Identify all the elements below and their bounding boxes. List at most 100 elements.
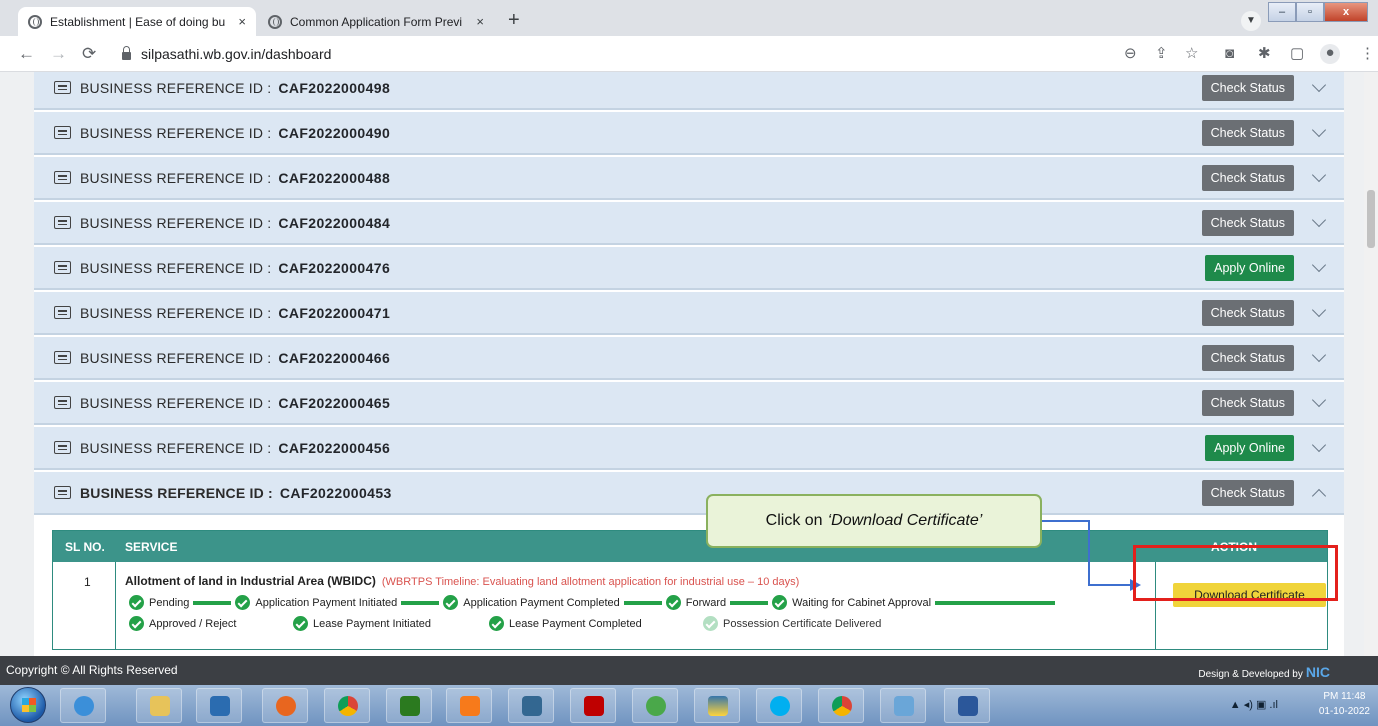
list-document-icon bbox=[54, 306, 71, 319]
status-steps-line-1: Pending Application Payment Initiated Ap… bbox=[129, 595, 1059, 610]
check-status-button[interactable]: Check Status bbox=[1201, 345, 1294, 371]
firefox-icon[interactable] bbox=[262, 688, 308, 723]
new-tab-button[interactable]: + bbox=[508, 9, 520, 31]
check-status-button[interactable]: Check Status bbox=[1201, 165, 1294, 191]
row-label: BUSINESS REFERENCE ID : bbox=[80, 394, 272, 411]
chevron-down-icon[interactable] bbox=[1311, 257, 1327, 273]
forward-arrow-icon[interactable]: → bbox=[50, 44, 67, 64]
chevron-down-icon[interactable] bbox=[1311, 437, 1327, 453]
chevron-up-icon[interactable] bbox=[1311, 488, 1327, 504]
menu-kebab-icon[interactable]: ⋮ bbox=[1360, 45, 1375, 63]
check-status-button[interactable]: Check Status bbox=[1201, 390, 1294, 416]
bookmark-star-icon[interactable]: ☆ bbox=[1185, 45, 1198, 63]
system-tray-icons[interactable]: ▲ ◂) ▣ .ıl bbox=[1230, 698, 1278, 711]
url-field[interactable]: silpasathi.wb.gov.in/dashboard bbox=[108, 40, 1218, 68]
apply-online-button[interactable]: Apply Online bbox=[1205, 255, 1294, 281]
word-icon[interactable] bbox=[944, 688, 990, 723]
business-row[interactable]: BUSINESS REFERENCE ID : CAF2022000488 Ch… bbox=[34, 157, 1344, 200]
list-document-icon bbox=[54, 351, 71, 364]
business-reference-id: CAF2022000484 bbox=[278, 214, 391, 231]
tab-search-chevron-icon[interactable]: ▼ bbox=[1241, 11, 1261, 31]
step-connector bbox=[730, 600, 769, 605]
close-tab-icon[interactable]: × bbox=[476, 14, 484, 29]
close-tab-icon[interactable]: × bbox=[238, 14, 246, 29]
chevron-down-icon[interactable] bbox=[1311, 392, 1327, 408]
dreamweaver-icon[interactable] bbox=[386, 688, 432, 723]
lock-icon bbox=[122, 46, 131, 60]
list-document-icon bbox=[54, 441, 71, 454]
camera-extension-icon[interactable]: ◙ bbox=[1225, 45, 1234, 63]
row-label: BUSINESS REFERENCE ID : bbox=[80, 79, 272, 96]
business-row[interactable]: BUSINESS REFERENCE ID : CAF2022000456 Ap… bbox=[34, 427, 1344, 470]
chrome-icon[interactable] bbox=[324, 688, 370, 723]
check-status-button[interactable]: Check Status bbox=[1201, 300, 1294, 326]
chevron-down-icon[interactable] bbox=[1311, 167, 1327, 183]
chevron-down-icon[interactable] bbox=[1311, 212, 1327, 228]
list-document-icon bbox=[54, 486, 71, 499]
tab-common-application-form[interactable]: Common Application Form Previ × bbox=[258, 7, 494, 36]
chevron-down-icon[interactable] bbox=[1311, 302, 1327, 318]
profile-avatar-icon[interactable]: ● bbox=[1320, 44, 1340, 64]
maximize-button[interactable]: ▫ bbox=[1296, 2, 1324, 22]
business-row[interactable]: BUSINESS REFERENCE ID : CAF2022000484 Ch… bbox=[34, 202, 1344, 245]
business-row-expanded[interactable]: BUSINESS REFERENCE ID : CAF2022000453 Ch… bbox=[34, 472, 1344, 515]
check-status-button[interactable]: Check Status bbox=[1201, 75, 1294, 101]
close-window-button[interactable]: x bbox=[1324, 2, 1368, 22]
business-row[interactable]: BUSINESS REFERENCE ID : CAF2022000471 Ch… bbox=[34, 292, 1344, 335]
reload-icon[interactable]: ⟳ bbox=[82, 44, 96, 64]
page-scrollbar[interactable] bbox=[1364, 72, 1378, 656]
row-label: BUSINESS REFERENCE ID : bbox=[80, 214, 272, 231]
media-player-icon[interactable] bbox=[196, 688, 242, 723]
postgresql-icon[interactable] bbox=[508, 688, 554, 723]
python-icon[interactable] bbox=[694, 688, 740, 723]
chevron-down-icon[interactable] bbox=[1311, 347, 1327, 363]
start-button[interactable] bbox=[10, 687, 46, 723]
list-document-icon bbox=[54, 126, 71, 139]
system-clock[interactable]: PM 11:48 01-10-2022 bbox=[1319, 689, 1370, 719]
header-service: SERVICE bbox=[125, 540, 178, 554]
step-connector bbox=[401, 600, 440, 605]
chevron-down-icon[interactable] bbox=[1311, 122, 1327, 138]
business-row[interactable]: BUSINESS REFERENCE ID : CAF2022000466 Ch… bbox=[34, 337, 1344, 380]
step-approved-reject: Approved / Reject bbox=[129, 616, 293, 631]
scrollbar-thumb[interactable] bbox=[1367, 190, 1375, 248]
site-footer: Copyright © All Rights Reserved Design &… bbox=[0, 656, 1378, 685]
minimize-button[interactable]: – bbox=[1268, 2, 1296, 22]
copyright-text: Copyright © All Rights Reserved bbox=[6, 663, 178, 677]
back-arrow-icon[interactable]: ← bbox=[18, 44, 35, 64]
check-circle-icon bbox=[665, 595, 681, 610]
xampp-icon[interactable] bbox=[446, 688, 492, 723]
apply-online-button[interactable]: Apply Online bbox=[1205, 435, 1294, 461]
chevron-down-icon[interactable] bbox=[1311, 77, 1327, 93]
business-row[interactable]: BUSINESS REFERENCE ID : CAF2022000498 Ch… bbox=[34, 72, 1344, 110]
check-circle-icon bbox=[129, 595, 144, 610]
business-row[interactable]: BUSINESS REFERENCE ID : CAF2022000490 Ch… bbox=[34, 112, 1344, 155]
service-name: Allotment of land in Industrial Area (WB… bbox=[125, 574, 376, 588]
business-row[interactable]: BUSINESS REFERENCE ID : CAF2022000465 Ch… bbox=[34, 382, 1344, 425]
business-reference-id: CAF2022000488 bbox=[278, 169, 391, 186]
utorrent-icon[interactable] bbox=[632, 688, 678, 723]
business-reference-id: CAF2022000490 bbox=[278, 124, 391, 141]
check-status-button[interactable]: Check Status bbox=[1201, 210, 1294, 236]
check-status-button[interactable]: Check Status bbox=[1201, 480, 1294, 506]
extensions-puzzle-icon[interactable]: ✱ bbox=[1258, 45, 1271, 63]
globe-icon bbox=[268, 14, 282, 29]
list-document-icon bbox=[54, 81, 71, 94]
zoom-icon[interactable]: ⊖ bbox=[1124, 45, 1137, 63]
internet-explorer-icon[interactable] bbox=[60, 688, 106, 723]
clock-time: PM 11:48 bbox=[1323, 691, 1366, 702]
business-row[interactable]: BUSINESS REFERENCE ID : CAF2022000476 Ap… bbox=[34, 247, 1344, 290]
step-lease-payment-initiated: Lease Payment Initiated bbox=[293, 616, 489, 631]
tab-establishment[interactable]: Establishment | Ease of doing bu × bbox=[18, 7, 256, 36]
file-explorer-icon[interactable] bbox=[136, 688, 182, 723]
skype-icon[interactable] bbox=[756, 688, 802, 723]
chrome-icon[interactable] bbox=[818, 688, 864, 723]
check-status-button[interactable]: Check Status bbox=[1201, 120, 1294, 146]
notes-app-icon[interactable] bbox=[880, 688, 926, 723]
sl-no-cell: 1 bbox=[84, 575, 91, 589]
filezilla-icon[interactable] bbox=[570, 688, 616, 723]
share-icon[interactable]: ⇪ bbox=[1155, 45, 1168, 63]
side-panel-icon[interactable]: ▢ bbox=[1290, 45, 1304, 63]
service-cell: Allotment of land in Industrial Area (WB… bbox=[125, 574, 799, 588]
step-application-payment-initiated: Application Payment Initiated bbox=[235, 595, 397, 610]
